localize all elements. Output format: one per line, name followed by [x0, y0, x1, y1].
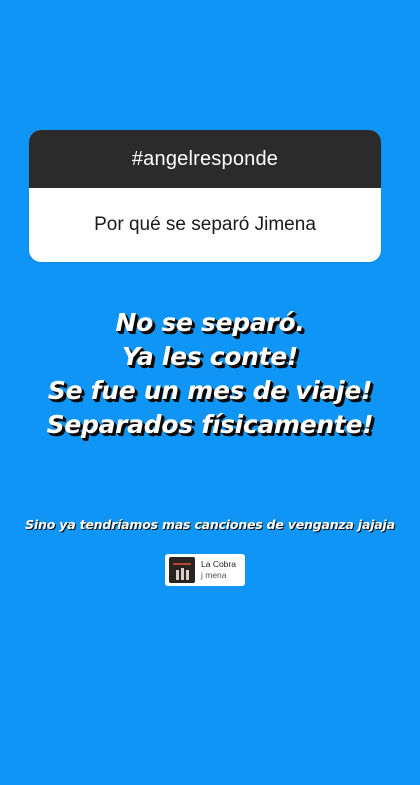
question-text: Por qué se separó Jimena — [94, 214, 316, 235]
answer-line: No se separó. — [115, 308, 305, 337]
caption-text: Sino ya tendríamos mas canciones de veng… — [25, 517, 395, 532]
question-sticker[interactable]: #angelresponde Por qué se separó Jimena — [29, 130, 381, 262]
question-sticker-header: #angelresponde — [29, 130, 381, 188]
song-artist: j mena — [201, 570, 227, 580]
answer-line: Separados físicamente! — [46, 410, 374, 439]
answer-line: Ya les conte! — [121, 342, 299, 371]
music-sticker[interactable]: La Cobra j mena — [165, 554, 245, 586]
answer-text-block: No se separó. Ya les conte! Se fue un me… — [0, 306, 420, 442]
story-canvas: #angelresponde Por qué se separó Jimena … — [0, 0, 420, 785]
song-title: La Cobra — [201, 559, 236, 569]
answer-line: Se fue un mes de viaje! — [47, 376, 373, 405]
album-art-icon — [169, 557, 195, 583]
music-info: La Cobra j mena — [201, 559, 236, 581]
